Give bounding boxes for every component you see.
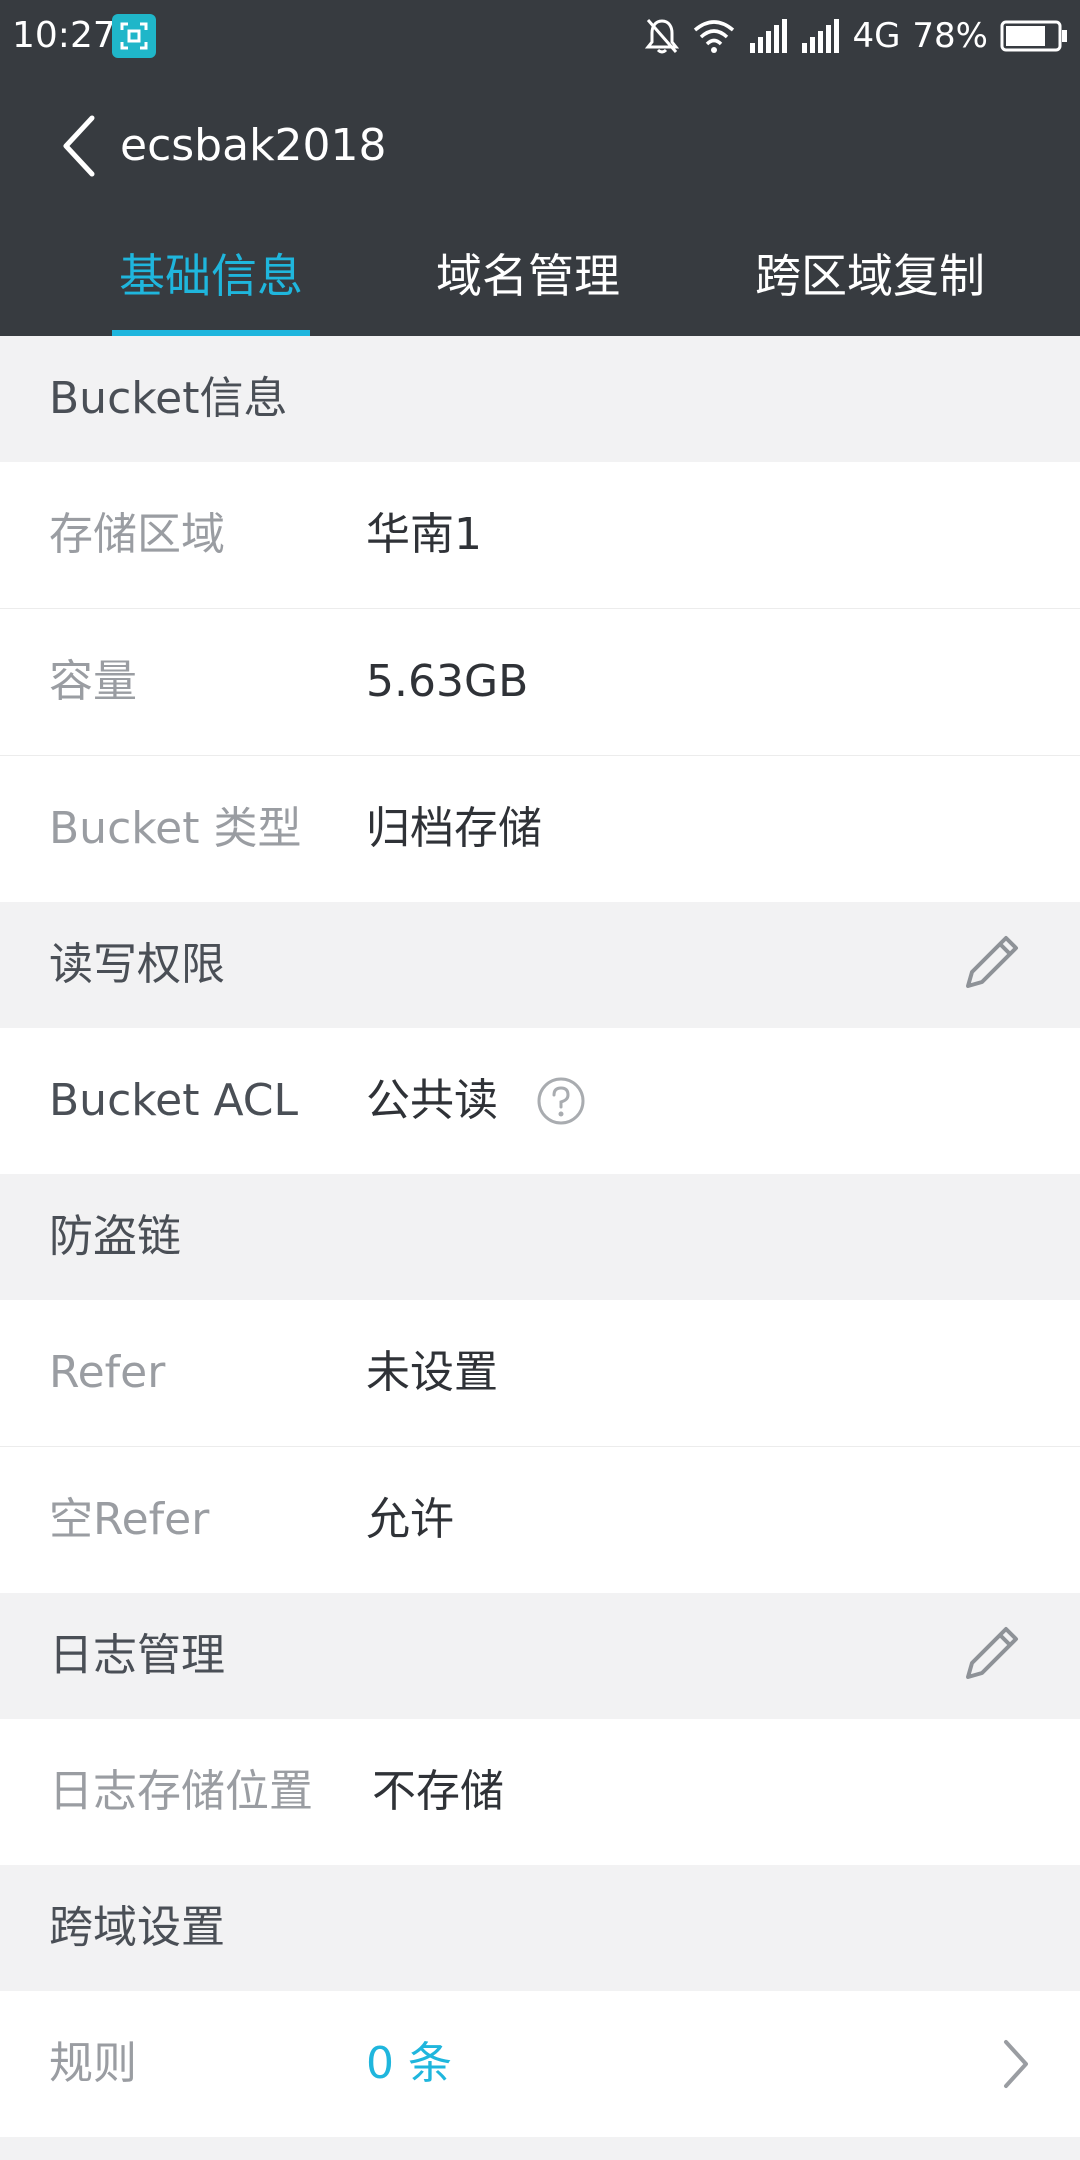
row-storage-region: 存储区域 华南1 bbox=[0, 462, 1080, 608]
row-label: 容量 bbox=[49, 656, 137, 707]
wifi-icon bbox=[694, 20, 735, 53]
row-label: Bucket ACL bbox=[49, 1075, 299, 1126]
row-label: 日志存储位置 bbox=[49, 1766, 313, 1817]
row-label: 存储区域 bbox=[49, 509, 225, 560]
section-title: 防盗链 bbox=[49, 1211, 181, 1262]
row-label: 空Refer bbox=[49, 1494, 210, 1545]
row-value: 0 条 bbox=[366, 2038, 452, 2089]
tab-domain-management[interactable]: 域名管理 bbox=[428, 236, 628, 336]
row-refer: Refer 未设置 bbox=[0, 1300, 1080, 1446]
row-value: 华南1 bbox=[366, 509, 482, 560]
section-bucket-info: Bucket信息 bbox=[0, 336, 1080, 462]
battery-percent: 78% bbox=[912, 16, 988, 56]
row-capacity: 容量 5.63GB bbox=[0, 608, 1080, 755]
row-cors-rules[interactable]: 规则 0 条 bbox=[0, 1991, 1080, 2137]
tab-cross-region-replication[interactable]: 跨区域复制 bbox=[748, 236, 992, 336]
row-bucket-acl: Bucket ACL 公共读 bbox=[0, 1028, 1080, 1174]
section-hotlink-protection: 防盗链 bbox=[0, 1174, 1080, 1300]
signal-icon-secondary bbox=[802, 19, 840, 53]
section-read-write-permission: 读写权限 bbox=[0, 902, 1080, 1028]
pencil-icon[interactable] bbox=[958, 1619, 1026, 1687]
row-value: 归档存储 bbox=[366, 803, 542, 854]
row-value: 公共读 bbox=[366, 1075, 498, 1126]
app-header: 10:27 4G 78% ecsbak2018 基础信息 域名管理 跨区域复制 bbox=[0, 0, 1080, 336]
row-value: 允许 bbox=[366, 1494, 454, 1545]
tab-bar: 基础信息 域名管理 跨区域复制 bbox=[0, 236, 1080, 336]
section-title: Bucket信息 bbox=[49, 373, 288, 424]
chevron-right-icon bbox=[1004, 2040, 1028, 2088]
tab-basic-info[interactable]: 基础信息 bbox=[112, 236, 310, 336]
back-icon[interactable] bbox=[56, 112, 104, 180]
question-circle-icon[interactable] bbox=[536, 1076, 586, 1126]
network-type: 4G bbox=[852, 16, 901, 56]
status-time: 10:27 bbox=[12, 15, 116, 56]
row-bucket-type: Bucket 类型 归档存储 bbox=[0, 755, 1080, 902]
section-title: 日志管理 bbox=[49, 1630, 225, 1681]
title-bar: ecsbak2018 bbox=[0, 98, 1080, 194]
mute-bell-icon bbox=[645, 19, 680, 54]
pencil-icon[interactable] bbox=[958, 928, 1026, 996]
section-cors-settings: 跨域设置 bbox=[0, 1865, 1080, 1991]
row-value: 不存储 bbox=[372, 1766, 504, 1817]
section-title: 跨域设置 bbox=[49, 1902, 225, 1953]
section-title: 读写权限 bbox=[49, 939, 225, 990]
row-value: 未设置 bbox=[366, 1347, 498, 1398]
status-bar: 10:27 4G 78% bbox=[0, 0, 1080, 72]
row-label: 规则 bbox=[49, 2038, 137, 2089]
section-log-management: 日志管理 bbox=[0, 1593, 1080, 1719]
battery-icon bbox=[1000, 20, 1067, 52]
signal-icon bbox=[750, 19, 788, 53]
row-log-storage-location: 日志存储位置 不存储 bbox=[0, 1719, 1080, 1865]
row-value: 5.63GB bbox=[366, 656, 529, 707]
row-label: Refer bbox=[49, 1347, 166, 1398]
content-list: Bucket信息 存储区域 华南1 容量 5.63GB Bucket 类型 归档… bbox=[0, 336, 1080, 2137]
page-title: ecsbak2018 bbox=[120, 120, 387, 171]
row-label: Bucket 类型 bbox=[49, 803, 302, 854]
screenshot-app-icon bbox=[112, 14, 156, 58]
status-indicators: 4G 78% bbox=[632, 14, 1068, 58]
row-empty-refer: 空Refer 允许 bbox=[0, 1446, 1080, 1593]
